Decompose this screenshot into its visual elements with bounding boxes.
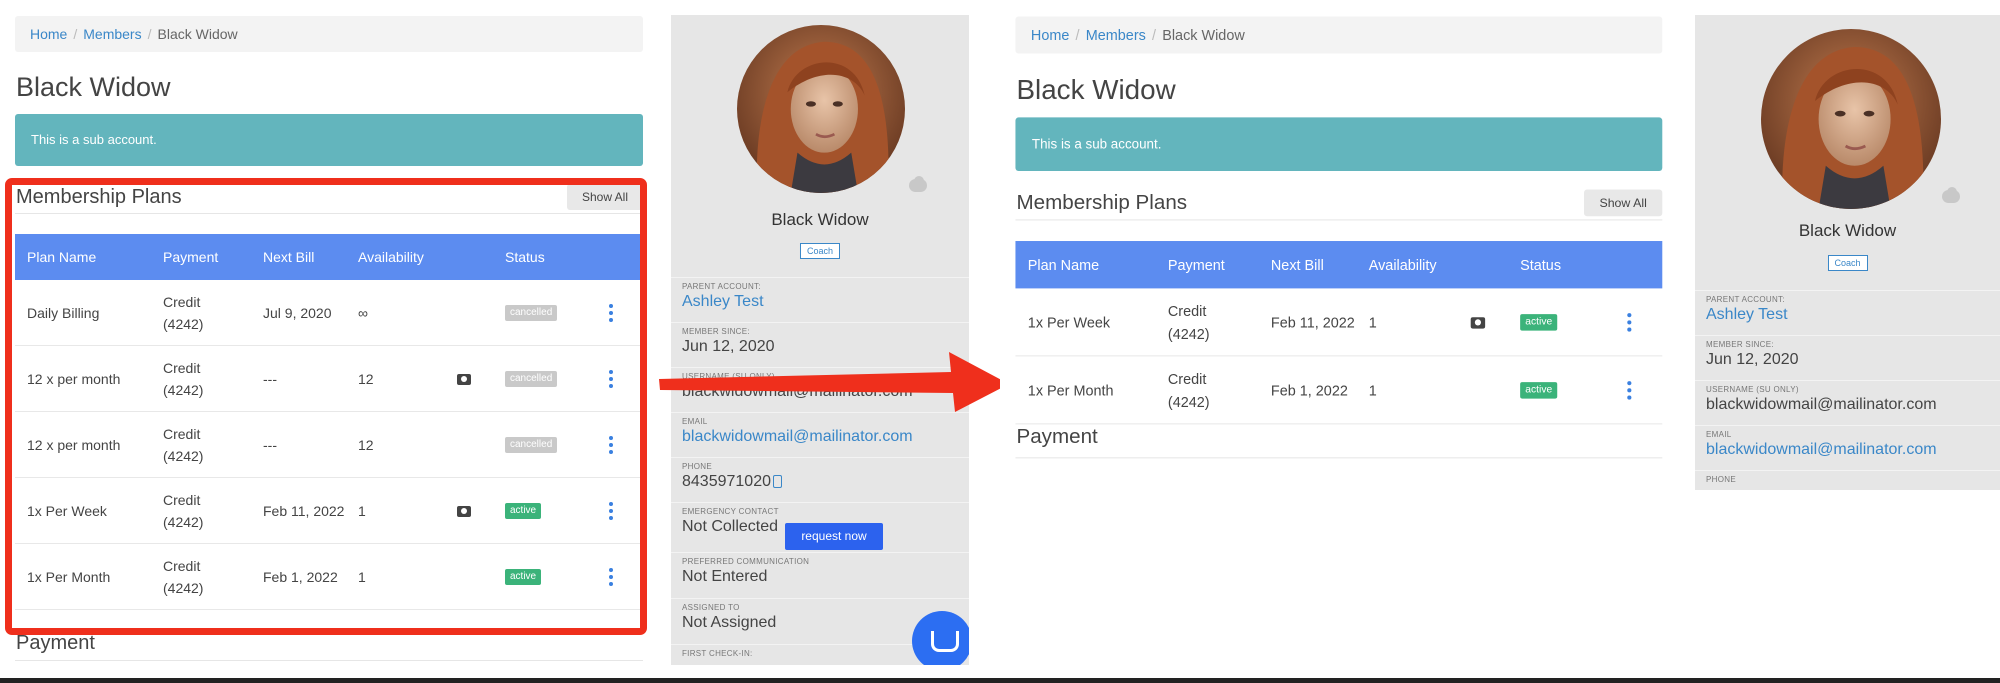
mobile-phone-icon[interactable] (772, 475, 782, 488)
profile-sidebar-after: Black Widow Coach PARENT ACCOUNT: Ashley… (1695, 15, 2000, 490)
email-link[interactable]: blackwidowmail@mailinator.com (682, 427, 969, 447)
before-panel: Home / Members / Black Widow Black Widow Thi… (0, 0, 660, 665)
next-bill: Feb 11, 2022 (1270, 314, 1355, 331)
phone-label: PHONE (682, 462, 712, 471)
request-now-button[interactable]: request now (785, 523, 883, 550)
row-menu-cell (1619, 288, 1640, 356)
parent-account-field: PARENT ACCOUNT: Ashley Test (671, 277, 969, 312)
bottom-border (0, 678, 2000, 683)
col-next-bill: Next Bill (1270, 256, 1324, 273)
breadcrumb-home[interactable]: Home (1031, 27, 1069, 43)
profile-name: Black Widow (771, 210, 869, 229)
section-divider (1015, 219, 1663, 221)
next-bill: Feb 1, 2022 (1270, 382, 1348, 399)
page-title: Black Widow (16, 72, 171, 102)
breadcrumb-home[interactable]: Home (30, 26, 67, 42)
col-status: Status (1520, 256, 1562, 273)
parent-account-label: PARENT ACCOUNT: (1706, 295, 1785, 304)
plans-table-header: Plan Name Payment Next Bill Availability… (1015, 241, 1663, 289)
phone-label: PHONE (1706, 475, 1736, 484)
status-badge: active (1520, 314, 1558, 331)
breadcrumb-current: Black Widow (1162, 26, 1245, 44)
col-plan-name: Plan Name (1027, 256, 1100, 273)
kebab-menu-icon[interactable] (1627, 313, 1632, 332)
email-link[interactable]: blackwidowmail@mailinator.com (1706, 440, 2000, 460)
payment-title: Payment (1016, 425, 1098, 449)
phone-field: PHONE 8435971020 (671, 457, 969, 492)
emergency-contact-label: EMERGENCY CONTACT (682, 507, 779, 516)
table-row: 1x Per Week Credit (4242) Feb 11, 2022 1 act… (1015, 288, 1663, 357)
parent-account-link[interactable]: Ashley Test (1706, 305, 2000, 325)
availability: 1 (1368, 314, 1377, 331)
parent-account-label: PARENT ACCOUNT: (682, 282, 761, 291)
payment-title: Payment (16, 632, 95, 654)
phone-value: 8435971020 (682, 473, 771, 490)
upload-cloud-icon[interactable] (1938, 187, 1964, 203)
camera-cell (1467, 356, 1490, 424)
camera-icon[interactable] (1470, 316, 1486, 329)
status-cell: active (1520, 288, 1592, 356)
breadcrumb-current: Black Widow (157, 26, 238, 42)
red-arrow-icon (659, 352, 1009, 412)
preferred-communication-field: PREFERRED COMMUNICATION Not Entered (671, 552, 969, 587)
avatar (737, 25, 905, 193)
page-title: Black Widow (1016, 74, 1176, 106)
status-cell: active (1520, 356, 1592, 424)
parent-account-field: PARENT ACCOUNT: Ashley Test (1695, 290, 2000, 325)
payment-method: Credit (4242) (1167, 370, 1210, 410)
kebab-menu-icon[interactable] (1627, 381, 1632, 400)
payment-divider (1015, 457, 1663, 459)
availability: 1 (1368, 382, 1377, 399)
phone-field: PHONE (1695, 470, 2000, 485)
member-since-label: MEMBER SINCE: (1706, 340, 1774, 349)
status-badge: active (1520, 382, 1558, 399)
col-payment: Payment (1167, 256, 1225, 273)
member-since-value: Jun 12, 2020 (1706, 351, 1799, 368)
sub-account-alert: This is a sub account. (1015, 117, 1663, 171)
camera-cell (1467, 288, 1490, 356)
row-menu-cell (1619, 356, 1640, 424)
preferred-communication-value: Not Entered (682, 568, 768, 585)
parent-account-link[interactable]: Ashley Test (682, 292, 969, 312)
show-all-button[interactable]: Show All (1584, 189, 1663, 217)
coach-badge: Coach (1827, 255, 1868, 271)
plan-name: 1x Per Month (1027, 382, 1114, 399)
breadcrumb-members[interactable]: Members (83, 26, 141, 42)
username-field: USERNAME (SU ONLY) blackwidowmail@mailin… (1695, 380, 2000, 415)
membership-plans-title: Membership Plans (1016, 191, 1188, 215)
phone-row: 8435971020 (682, 472, 969, 492)
plan-name: 1x Per Week (1027, 314, 1111, 331)
table-row: 1x Per Month Credit (4242) Feb 1, 2022 1 act… (1015, 356, 1663, 425)
email-label: EMAIL (1706, 430, 1732, 439)
username-label: USERNAME (SU ONLY) (1706, 385, 1799, 394)
member-since-field: MEMBER SINCE: Jun 12, 2020 (1695, 335, 2000, 370)
col-availability: Availability (1368, 256, 1437, 273)
preferred-communication-label: PREFERRED COMMUNICATION (682, 557, 810, 566)
chat-launcher-button[interactable] (912, 611, 969, 665)
emergency-contact-field: EMERGENCY CONTACT Not Collected request … (671, 502, 969, 550)
payment-method: Credit (4242) (1167, 302, 1210, 342)
red-highlight-box (5, 178, 647, 635)
username-value: blackwidowmail@mailinator.com (1706, 396, 1937, 413)
screenshot-canvas: Home / Members / Black Widow Black Widow Thi… (0, 0, 2000, 683)
breadcrumb-members[interactable]: Members (1086, 27, 1146, 43)
email-field: EMAIL blackwidowmail@mailinator.com (1695, 425, 2000, 460)
profile-name: Black Widow (1798, 221, 1897, 240)
assigned-to-label: ASSIGNED TO (682, 603, 740, 612)
coach-badge: Coach (799, 243, 841, 259)
breadcrumb: Home / Members / Black Widow (1015, 16, 1663, 54)
after-panel: Home / Members / Black Widow Black Widow Thi… (1000, 0, 1680, 500)
upload-cloud-icon[interactable] (905, 176, 931, 192)
sub-account-alert: This is a sub account. (15, 114, 643, 166)
payment-divider (15, 660, 643, 661)
avatar (1761, 29, 1941, 209)
breadcrumb: Home / Members / Black Widow (15, 16, 643, 52)
